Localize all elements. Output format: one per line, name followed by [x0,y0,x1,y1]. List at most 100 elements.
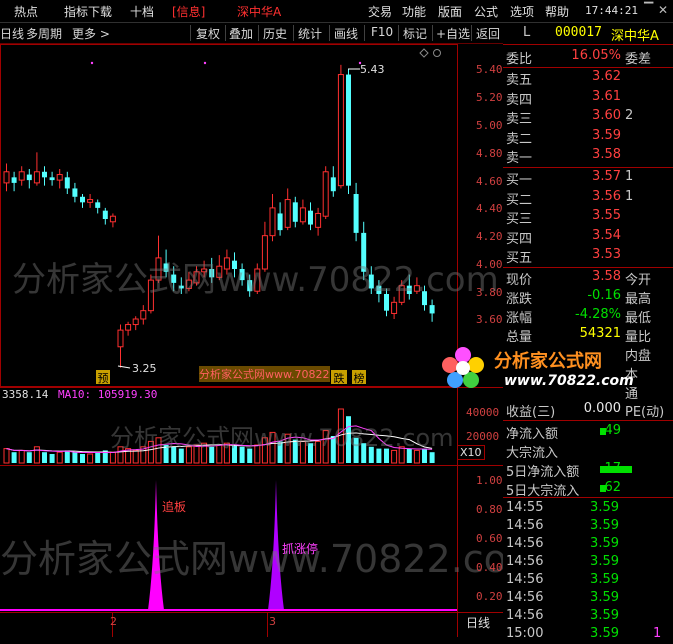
bid-row-value: 3.56 [592,188,621,204]
quote-panel: L 000017 深中华A 委比 16.05% 委差 卖五 3.62 卖四 3.61 卖… [442,23,673,641]
weibi-value: 16.05% [571,48,621,63]
flow-row-label: 5日净流入额 [506,465,580,480]
btn-restore-rights[interactable]: 复权 [196,25,220,42]
tick-vol: 1 [653,626,662,641]
xtick-3: 3 [269,615,276,628]
menu-stock-name[interactable]: 深中华A [237,3,281,20]
tab-more[interactable]: 更多 > [72,25,110,42]
ind-axis-020: 0.20 [476,590,503,603]
price-axis-500: 5.00 [476,119,503,132]
price-axis-480: 4.80 [476,147,503,160]
menu-function[interactable]: 功能 [402,3,426,20]
logo-url: www.70822.com [504,373,634,389]
stock-name: 深中华A [611,29,659,44]
btn-history[interactable]: 历史 [263,25,287,42]
logo-title: 分析家公式网 [494,351,602,372]
period-label[interactable]: 日线 [466,614,490,631]
close-icon[interactable]: ✕ [658,3,668,17]
price-axis-540: 5.40 [476,63,503,76]
ma10-label: MA10: 105919.30 [58,388,158,401]
bid-row-label: 买四 [506,231,533,247]
menu-bar: 热点 指标下载 十档 [信息] 深中华A 交易 功能 版面 公式 选项 帮助 1… [0,0,673,23]
chart-toolbar: 日线 多周期 更多 > 复权 叠加 历史 统计 画线 F10 标记 +自选 返回 [0,23,503,44]
quote-row-right: 最高 [625,292,652,307]
tick-time: 14:56 [506,608,544,623]
high-price-label: 5.43 [360,63,385,76]
bid-row-value: 3.55 [592,208,621,223]
btn-overlay[interactable]: 叠加 [229,25,253,42]
xtick-2: 2 [110,615,117,628]
flow-row: 净流入额 -49 [503,423,673,442]
ask-row-value: 3.58 [592,147,621,162]
flower-logo-icon [442,347,484,388]
flow-row: 大宗流入 [503,442,673,461]
volume-scale-x10[interactable]: X10 [457,445,485,460]
minimize-icon[interactable]: ▔ [644,2,653,16]
bid-row: 买一 3.57 1 [503,169,673,188]
btn-draw-line[interactable]: 画线 [334,25,358,42]
quote-row-value: 54321 [579,326,621,341]
volume-bars-group [3,408,435,464]
btn-f10[interactable]: F10 [371,25,393,39]
tick-row: 14:55 3.59 [503,500,673,518]
low-price-label: 3.25 [132,362,157,375]
ask-row-value: 3.61 [592,88,621,104]
flow-bar [600,466,632,473]
quote-row-value: 3.58 [592,269,621,284]
menu-indicator-download[interactable]: 指标下载 [64,3,112,20]
tick-price: 3.59 [590,590,619,605]
tick-time: 14:56 [506,590,544,605]
logo-banner: 分析家公式网 www.70822.com [438,341,673,399]
ask-row: 卖一 3.58 [503,147,673,166]
price-axis-460: 4.60 [476,175,503,188]
tick-time: 14:56 [506,536,544,551]
quote-row-label: 现价 [506,273,533,288]
stock-code: 000017 [555,25,602,40]
tick-row: 14:56 3.59 [503,608,673,626]
tick-time: 15:00 [506,626,544,641]
menu-formula[interactable]: 公式 [474,3,498,20]
bid-row: 买五 3.53 [503,247,673,266]
tick-price: 3.59 [590,626,619,641]
price-axis-380: 3.80 [476,286,503,299]
shouyi-row: 收益(三) 0.000 PE(动) [506,401,665,420]
btn-add-watchlist[interactable]: +自选 [436,25,470,42]
price-axis-400: 4.00 [476,258,503,271]
menu-hot[interactable]: 热点 [14,3,38,20]
quote-row-label: 涨幅 [506,311,533,326]
quote-row-right: 最低 [625,311,652,326]
menu-options[interactable]: 选项 [510,3,534,20]
tick-time: 14:56 [506,554,544,569]
menu-help[interactable]: 帮助 [545,3,569,20]
btn-statistics[interactable]: 统计 [298,25,322,42]
ask-row: 卖三 3.60 2 [503,108,673,127]
ask-row-label: 卖三 [506,112,533,127]
btn-back[interactable]: 返回 [476,25,500,42]
flow-row-label: 净流入额 [506,427,559,442]
tab-daily[interactable]: 日线 [0,25,24,42]
menu-info[interactable]: [信息] [172,3,205,20]
label-zhuazhangting: 抓涨停 [282,542,319,556]
bid-row-right: 1 [625,188,634,204]
price-axis-420: 4.20 [476,230,503,243]
quote-row-value: -4.28% [575,307,621,322]
stock-header: L 000017 深中华A [503,25,673,44]
flow-row: 5日净流入额-17 [503,461,673,480]
ask-row-label: 卖二 [506,131,533,147]
menu-layout[interactable]: 版面 [438,3,462,20]
volume-axis-40000: 40000 [466,406,500,419]
menu-ten-levels[interactable]: 十档 [130,3,154,20]
kline-chart[interactable] [0,44,503,637]
btn-mark[interactable]: 标记 [403,25,427,42]
menu-trade[interactable]: 交易 [368,3,392,20]
tick-time: 14:56 [506,518,544,533]
candles-group [3,64,435,368]
flow-bar [600,428,606,435]
quote-row-value: -0.16 [587,288,621,303]
bid-row-value: 3.53 [592,247,621,262]
tick-price: 3.59 [590,554,619,569]
tick-row: 14:56 3.59 [503,572,673,590]
tab-multi-period[interactable]: 多周期 [26,25,62,42]
quote-row-label: 涨跌 [506,292,533,307]
price-axis-520: 5.20 [476,91,503,104]
